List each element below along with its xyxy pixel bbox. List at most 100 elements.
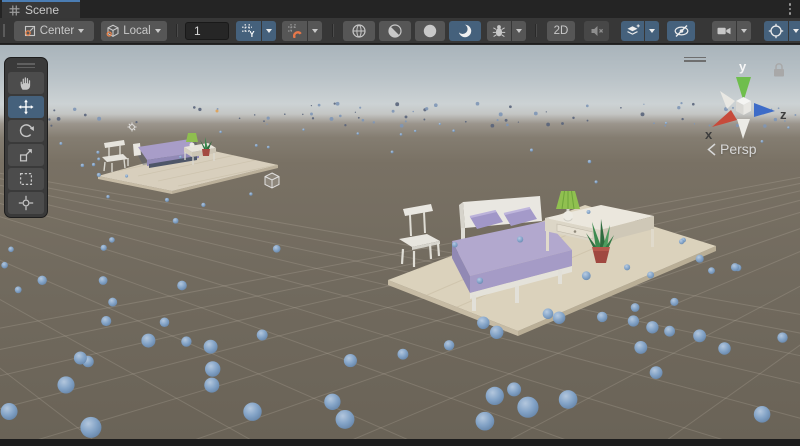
- particle-sphere[interactable]: [330, 117, 334, 121]
- gizmos-button[interactable]: [764, 21, 788, 41]
- particle-sphere[interactable]: [620, 107, 622, 109]
- particle-sphere[interactable]: [160, 318, 170, 328]
- particle-sphere[interactable]: [84, 114, 87, 117]
- chair-near[interactable]: [399, 204, 440, 267]
- particle-sphere[interactable]: [505, 119, 508, 122]
- particle-sphere[interactable]: [777, 332, 787, 342]
- particle-sphere[interactable]: [400, 133, 403, 136]
- grid-snap-magnet-caret[interactable]: [308, 21, 322, 41]
- particle-sphere[interactable]: [477, 277, 483, 283]
- particle-sphere[interactable]: [586, 105, 589, 108]
- particle-sphere[interactable]: [97, 117, 101, 121]
- particle-sphere[interactable]: [92, 163, 95, 166]
- particle-sphere[interactable]: [57, 376, 74, 393]
- particle-sphere[interactable]: [1, 403, 18, 420]
- particle-sphere[interactable]: [582, 271, 591, 280]
- particle-sphere[interactable]: [587, 120, 589, 122]
- particle-sphere[interactable]: [559, 390, 578, 409]
- particle-sphere[interactable]: [312, 117, 314, 119]
- tool-transform-button[interactable]: [8, 192, 44, 214]
- particle-sphere[interactable]: [344, 124, 346, 126]
- particle-sphere[interactable]: [423, 119, 425, 121]
- particle-sphere[interactable]: [476, 102, 480, 106]
- particle-sphere[interactable]: [397, 349, 408, 360]
- particle-sphere[interactable]: [273, 245, 281, 253]
- particle-sphere[interactable]: [439, 123, 441, 125]
- particle-sphere[interactable]: [177, 281, 187, 291]
- particle-sphere[interactable]: [97, 173, 101, 177]
- particle-sphere[interactable]: [391, 150, 394, 153]
- scene-viewport[interactable]: y x z Persp: [0, 45, 800, 439]
- particle-sphere[interactable]: [165, 198, 169, 202]
- particle-sphere[interactable]: [546, 123, 550, 127]
- particle-sphere[interactable]: [452, 242, 458, 248]
- particle-sphere[interactable]: [201, 203, 205, 207]
- particle-sphere[interactable]: [572, 117, 574, 119]
- camera-settings-button[interactable]: [712, 21, 736, 41]
- particle-sphere[interactable]: [425, 107, 428, 110]
- particle-sphere[interactable]: [507, 382, 521, 396]
- particle-sphere[interactable]: [284, 113, 286, 115]
- particle-sphere[interactable]: [517, 397, 538, 418]
- camera-settings-caret[interactable]: [737, 21, 751, 41]
- particle-sphere[interactable]: [59, 142, 62, 145]
- lock-icon[interactable]: [772, 62, 786, 78]
- particle-sphere[interactable]: [101, 316, 111, 326]
- particle-sphere[interactable]: [243, 402, 261, 420]
- particle-sphere[interactable]: [204, 378, 219, 393]
- particle-sphere[interactable]: [561, 122, 564, 125]
- particle-sphere[interactable]: [534, 112, 538, 116]
- audio-toggle-button[interactable]: [584, 21, 609, 41]
- particle-sphere[interactable]: [310, 113, 313, 116]
- particle-sphere[interactable]: [597, 312, 607, 322]
- particle-sphere[interactable]: [392, 110, 395, 113]
- particle-sphere[interactable]: [334, 102, 336, 104]
- particle-sphere[interactable]: [267, 117, 270, 120]
- axis-z-cone[interactable]: [754, 103, 775, 117]
- kebab-menu-icon[interactable]: [789, 3, 792, 15]
- toolbar-drag-handle[interactable]: [3, 24, 5, 37]
- particle-sphere[interactable]: [135, 121, 137, 123]
- particle-sphere[interactable]: [255, 144, 258, 147]
- particle-sphere[interactable]: [302, 114, 303, 115]
- light-gizmo-icon[interactable]: [128, 123, 137, 132]
- moon-button[interactable]: [449, 21, 481, 41]
- particle-sphere[interactable]: [693, 329, 706, 342]
- particle-sphere[interactable]: [179, 156, 182, 159]
- particle-sphere[interactable]: [664, 326, 675, 337]
- debug-bug-button[interactable]: [487, 21, 511, 41]
- tool-view-button[interactable]: [8, 72, 44, 94]
- particle-sphere[interactable]: [73, 108, 76, 111]
- particle-sphere[interactable]: [359, 107, 361, 109]
- particle-sphere[interactable]: [588, 160, 592, 164]
- axis-x-cone[interactable]: [712, 110, 737, 127]
- tool-move-button[interactable]: [8, 96, 44, 118]
- shading-mode-button[interactable]: [343, 21, 375, 41]
- particle-sphere[interactable]: [670, 298, 678, 306]
- particle-sphere[interactable]: [681, 118, 683, 120]
- particle-sphere[interactable]: [106, 195, 109, 198]
- particle-sphere[interactable]: [302, 128, 304, 130]
- particle-sphere[interactable]: [181, 336, 191, 346]
- particle-sphere[interactable]: [696, 255, 704, 263]
- particle-sphere[interactable]: [108, 298, 117, 307]
- particle-sphere[interactable]: [530, 149, 533, 152]
- axis-white-cone[interactable]: [720, 91, 735, 109]
- particle-sphere[interactable]: [650, 366, 663, 379]
- particle-sphere[interactable]: [628, 315, 639, 326]
- grid-snap-y-button[interactable]: Y: [236, 21, 261, 41]
- particle-sphere[interactable]: [631, 303, 640, 312]
- particle-sphere[interactable]: [57, 117, 61, 121]
- particle-sphere[interactable]: [1, 262, 8, 269]
- particle-sphere[interactable]: [193, 106, 196, 109]
- particle-sphere[interactable]: [477, 317, 489, 329]
- particle-sphere[interactable]: [405, 120, 407, 122]
- particle-sphere[interactable]: [434, 103, 438, 107]
- particle-sphere[interactable]: [518, 121, 519, 122]
- particle-sphere[interactable]: [677, 106, 680, 109]
- particle-sphere[interactable]: [624, 264, 630, 270]
- tool-rotate-button[interactable]: [8, 120, 44, 142]
- particle-sphere[interactable]: [679, 239, 684, 244]
- particle-sphere[interactable]: [692, 103, 695, 106]
- grid-size-input[interactable]: [185, 22, 229, 40]
